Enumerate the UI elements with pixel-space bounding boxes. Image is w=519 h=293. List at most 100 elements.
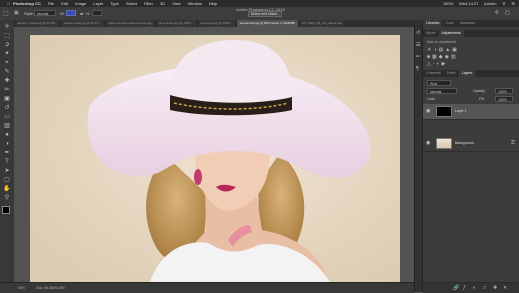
- paragraph-panel-icon[interactable]: ¶: [416, 66, 419, 72]
- tab-adjustments[interactable]: Adjustments: [438, 30, 464, 37]
- battery-indicator[interactable]: 100%: [443, 1, 453, 6]
- select-and-mask-button[interactable]: Select and Mask...: [248, 11, 282, 17]
- menu-file[interactable]: File: [48, 1, 54, 6]
- blend-mode-select[interactable]: Normal: [427, 88, 457, 94]
- tab-swatches[interactable]: Swatches: [457, 20, 478, 27]
- selection-mode-icon[interactable]: ▣: [14, 10, 19, 16]
- width-field[interactable]: [66, 10, 76, 16]
- crop-tool-icon[interactable]: ⌖: [3, 59, 11, 67]
- search-icon[interactable]: ⚲: [502, 1, 505, 6]
- layer-row-background[interactable]: ◉ Background ⚿: [423, 136, 519, 152]
- healing-brush-icon[interactable]: ✚: [3, 77, 11, 85]
- libraries-panel-tabs: Libraries Color Swatches: [423, 20, 519, 27]
- delete-layer-icon[interactable]: ✕: [503, 285, 507, 291]
- type-tool-icon[interactable]: T: [3, 158, 11, 166]
- visibility-eye-icon[interactable]: ◉: [426, 108, 432, 114]
- properties-panel-icon[interactable]: ☰: [416, 42, 420, 48]
- shape-tool-icon[interactable]: ▢: [3, 176, 11, 184]
- fill-field[interactable]: 100%: [495, 96, 513, 102]
- style-select[interactable]: Normal: [34, 10, 56, 16]
- fill-label: Fill:: [479, 97, 485, 101]
- status-menus: 100% Wed 14:27 juhohn ⚲ ☰: [443, 0, 515, 7]
- layer-filter-kind[interactable]: Kind: [427, 80, 451, 86]
- layers-footer: 🔗 ƒ ◐ □ ✚ ✕: [423, 282, 519, 293]
- apple-icon[interactable]: : [7, 1, 10, 6]
- blur-tool-icon[interactable]: ●: [3, 131, 11, 139]
- tab-color[interactable]: Color: [442, 20, 456, 27]
- dodge-tool-icon[interactable]: ◑: [3, 140, 11, 148]
- layer-name[interactable]: Layer 1: [455, 109, 467, 113]
- gradient-icon[interactable]: ▧: [3, 122, 11, 130]
- path-select-icon[interactable]: ➤: [3, 167, 11, 175]
- move-tool-icon[interactable]: ✛: [3, 23, 11, 31]
- style-label: Style:: [24, 11, 35, 16]
- clock[interactable]: Wed 14:27: [459, 1, 478, 6]
- tab-document-active[interactable]: woman-hat.jpg @ 50% (Layer 1, RGB/8#): [236, 20, 300, 27]
- adjustment-icons-row-1[interactable]: ☀◑▤▲▣: [427, 47, 459, 53]
- document-canvas[interactable]: [30, 35, 400, 282]
- visibility-eye-icon[interactable]: ◉: [426, 140, 432, 146]
- menu-window[interactable]: Window: [188, 1, 202, 6]
- tab-document-4[interactable]: brine-alone.jpg @ 100%...: [155, 20, 198, 27]
- foreground-color-swatch[interactable]: [2, 206, 10, 214]
- zoom-level[interactable]: 50%: [18, 286, 25, 290]
- menu-select[interactable]: Select: [126, 1, 137, 6]
- tab-paths[interactable]: Paths: [444, 70, 459, 77]
- menu-layer[interactable]: Layer: [93, 1, 103, 6]
- canvas-area[interactable]: [14, 27, 414, 282]
- tab-channels[interactable]: Channels: [423, 70, 444, 77]
- fx-icon[interactable]: ƒ: [463, 285, 466, 291]
- woman-hat-photo: [30, 35, 400, 282]
- search-icon[interactable]: ⚲: [495, 10, 499, 16]
- layer-name[interactable]: Background: [455, 141, 474, 145]
- mask-icon[interactable]: ◐: [473, 285, 476, 291]
- pen-tool-icon[interactable]: ✒: [3, 149, 11, 157]
- swap-icon[interactable]: ⇄: [80, 11, 83, 16]
- history-panel-icon[interactable]: ↺: [416, 30, 420, 36]
- tab-document-7[interactable]: CS_Page_08_roll_effects.psd: [299, 20, 346, 27]
- eraser-icon[interactable]: ▭: [3, 113, 11, 121]
- tab-libraries[interactable]: Libraries: [423, 20, 443, 27]
- tab-document-3[interactable]: labo-mountain-shield-bed-art.jpg: [105, 20, 156, 27]
- eyedropper-icon[interactable]: ✎: [3, 68, 11, 76]
- tab-document-5[interactable]: Everyday.jpg @ 100%...: [197, 20, 237, 27]
- menu-view[interactable]: View: [172, 1, 181, 6]
- zoom-tool-icon[interactable]: ⚲: [3, 194, 11, 202]
- menu-app[interactable]: Photoshop CC: [13, 1, 41, 6]
- brush-panel-icon[interactable]: ✏: [416, 54, 420, 60]
- quick-select-icon[interactable]: ✦: [3, 50, 11, 58]
- history-brush-icon[interactable]: ↺: [3, 104, 11, 112]
- menu-help[interactable]: Help: [209, 1, 217, 6]
- workspace-icon[interactable]: ▢: [505, 10, 510, 16]
- layer-thumbnail: [436, 138, 452, 149]
- tab-document-1[interactable]: glamour_tinted.jpg @ 33.3%...: [14, 20, 62, 27]
- lock-label: Lock:: [427, 97, 436, 101]
- menu-list-icon[interactable]: ☰: [511, 1, 515, 6]
- menu-type[interactable]: Type: [110, 1, 119, 6]
- link-layers-icon[interactable]: 🔗: [453, 285, 459, 291]
- tab-styles[interactable]: Styles: [423, 30, 439, 37]
- layer-row-layer-1[interactable]: ◉ Layer 1: [423, 104, 519, 120]
- brush-tool-icon[interactable]: ✏: [3, 86, 11, 94]
- tab-layers[interactable]: Layers: [458, 70, 476, 77]
- marquee-tool-icon[interactable]: ⬚: [3, 10, 9, 17]
- lock-icon[interactable]: ⚿: [511, 140, 515, 146]
- adjustment-icons-row-2[interactable]: ■▦◆◉▧: [427, 54, 458, 60]
- user-name[interactable]: juhohn: [484, 1, 496, 6]
- document-tabs: glamour_tinted.jpg @ 33.3%... leather-sh…: [14, 20, 414, 27]
- menu-edit[interactable]: Edit: [61, 1, 68, 6]
- tab-document-2[interactable]: leather-shoe.jpg @ 66.7%...: [61, 20, 106, 27]
- new-layer-icon[interactable]: ✚: [493, 285, 497, 291]
- width-label: W:: [60, 11, 65, 16]
- menu-image[interactable]: Image: [75, 1, 86, 6]
- menu-3d[interactable]: 3D: [160, 1, 165, 6]
- adjustment-icons-row-3[interactable]: △▫◐▶: [427, 61, 447, 67]
- clone-stamp-icon[interactable]: ▣: [3, 95, 11, 103]
- hand-tool-icon[interactable]: ✋: [3, 185, 11, 193]
- menu-filter[interactable]: Filter: [144, 1, 153, 6]
- opacity-field[interactable]: 100%: [495, 88, 513, 94]
- marquee-tool-icon[interactable]: ⬚: [3, 32, 11, 40]
- new-group-icon[interactable]: □: [483, 285, 486, 291]
- lasso-tool-icon[interactable]: ➲: [3, 41, 11, 49]
- height-field[interactable]: [92, 10, 102, 16]
